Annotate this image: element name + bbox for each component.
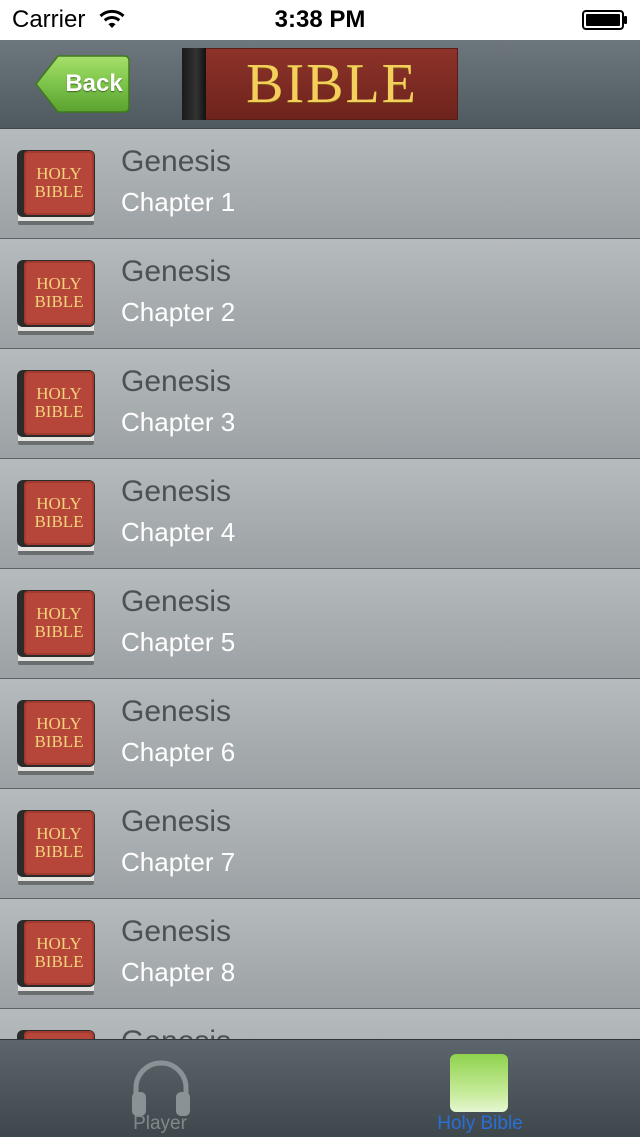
book-icon-text-line2: BIBLE — [34, 952, 84, 971]
bible-tab-icon — [450, 1054, 508, 1112]
holy-bible-book-icon: HOLY BIBLE — [16, 149, 96, 227]
headphones-icon — [132, 1060, 190, 1116]
chapter-label: Chapter 2 — [121, 297, 236, 327]
book-name: Genesis — [121, 255, 232, 288]
chapter-label: Chapter 8 — [121, 957, 236, 987]
book-icon-text-line2: BIBLE — [34, 182, 84, 201]
holy-bible-book-icon: HOLY BIBLE — [16, 259, 96, 337]
book-icon-text-line1: HOLY — [36, 384, 82, 403]
holy-bible-book-icon: HOLY BIBLE — [16, 699, 96, 777]
book-icon-text-line2: BIBLE — [34, 402, 84, 421]
tab-player-label: Player — [133, 1113, 187, 1134]
navigation-bar: Back BIBLE — [0, 40, 640, 129]
book-name: Genesis — [121, 365, 232, 398]
book-name: Genesis — [121, 1025, 231, 1039]
logo-spine — [182, 48, 206, 120]
chapter-list: HOLY BIBLE Genesis Chapter 1 HOLY BIBLE … — [0, 129, 640, 1039]
holy-bible-book-icon: HOLY BIBLE — [16, 919, 96, 997]
book-icon-text-line2: BIBLE — [34, 842, 84, 861]
book-icon-text-line2: BIBLE — [34, 732, 84, 751]
book-icon-text-line2: BIBLE — [34, 622, 84, 641]
list-item[interactable]: HOLY BIBLE Genesis Chapter 6 — [0, 679, 640, 789]
bible-logo: BIBLE — [182, 48, 458, 120]
book-icon-text-line1: HOLY — [36, 934, 82, 953]
holy-bible-book-icon: HOLY BIBLE — [16, 1029, 96, 1039]
book-icon-text-line2: BIBLE — [34, 512, 84, 531]
book-name: Genesis — [121, 695, 232, 728]
back-button[interactable]: Back — [34, 55, 130, 113]
tab-holy-bible-label: Holy Bible — [437, 1113, 523, 1134]
battery-icon — [582, 10, 627, 30]
chapter-label: Chapter 7 — [121, 847, 236, 877]
tab-player[interactable]: Player — [0, 1040, 320, 1137]
book-name: Genesis — [121, 805, 232, 838]
list-item[interactable]: HOLY BIBLE Genesis Chapter 2 — [0, 239, 640, 349]
book-name: Genesis — [121, 475, 232, 508]
holy-bible-book-icon: HOLY BIBLE — [16, 479, 96, 557]
chapter-label: Chapter 4 — [121, 517, 236, 547]
chapter-label: Chapter 3 — [121, 407, 236, 437]
list-item[interactable]: HOLY BIBLE Genesis Chapter 3 — [0, 349, 640, 459]
status-time: 3:38 PM — [274, 6, 366, 33]
chapter-label: Chapter 5 — [121, 627, 236, 657]
chapter-label: Chapter 6 — [121, 737, 236, 767]
tab-bar: Player Holy Bible — [0, 1039, 640, 1137]
book-name: Genesis — [121, 915, 232, 948]
list-item[interactable]: HOLY BIBLE Genesis Chapter 1 — [0, 129, 640, 239]
list-item[interactable]: HOLY BIBLE Genesis Chapter 5 — [0, 569, 640, 679]
holy-bible-book-icon: HOLY BIBLE — [16, 809, 96, 887]
list-item[interactable]: HOLY BIBLE Genesis Chapter 8 — [0, 899, 640, 1009]
book-icon-text-line1: HOLY — [36, 494, 82, 513]
status-bar: Carrier 3:38 PM — [0, 0, 640, 40]
list-item[interactable]: HOLY BIBLE Genesis Chapter 9 — [0, 1009, 640, 1039]
logo-text: BIBLE — [246, 53, 418, 115]
holy-bible-book-icon: HOLY BIBLE — [16, 589, 96, 667]
chapter-label: Chapter 1 — [121, 187, 236, 217]
book-icon-text-line1: HOLY — [36, 164, 82, 183]
back-button-label: Back — [65, 70, 123, 97]
book-name: Genesis — [121, 145, 232, 178]
list-item[interactable]: HOLY BIBLE Genesis Chapter 7 — [0, 789, 640, 899]
tab-holy-bible[interactable]: Holy Bible — [320, 1040, 640, 1137]
list-item[interactable]: HOLY BIBLE Genesis Chapter 4 — [0, 459, 640, 569]
book-icon-text-line1: HOLY — [36, 274, 82, 293]
book-icon-text-line2: BIBLE — [34, 292, 84, 311]
book-icon-text-line1: HOLY — [36, 714, 82, 733]
holy-bible-book-icon: HOLY BIBLE — [16, 369, 96, 447]
book-icon-text-line1: HOLY — [36, 824, 82, 843]
book-icon-text-line1: HOLY — [36, 604, 82, 623]
book-name: Genesis — [121, 585, 232, 618]
